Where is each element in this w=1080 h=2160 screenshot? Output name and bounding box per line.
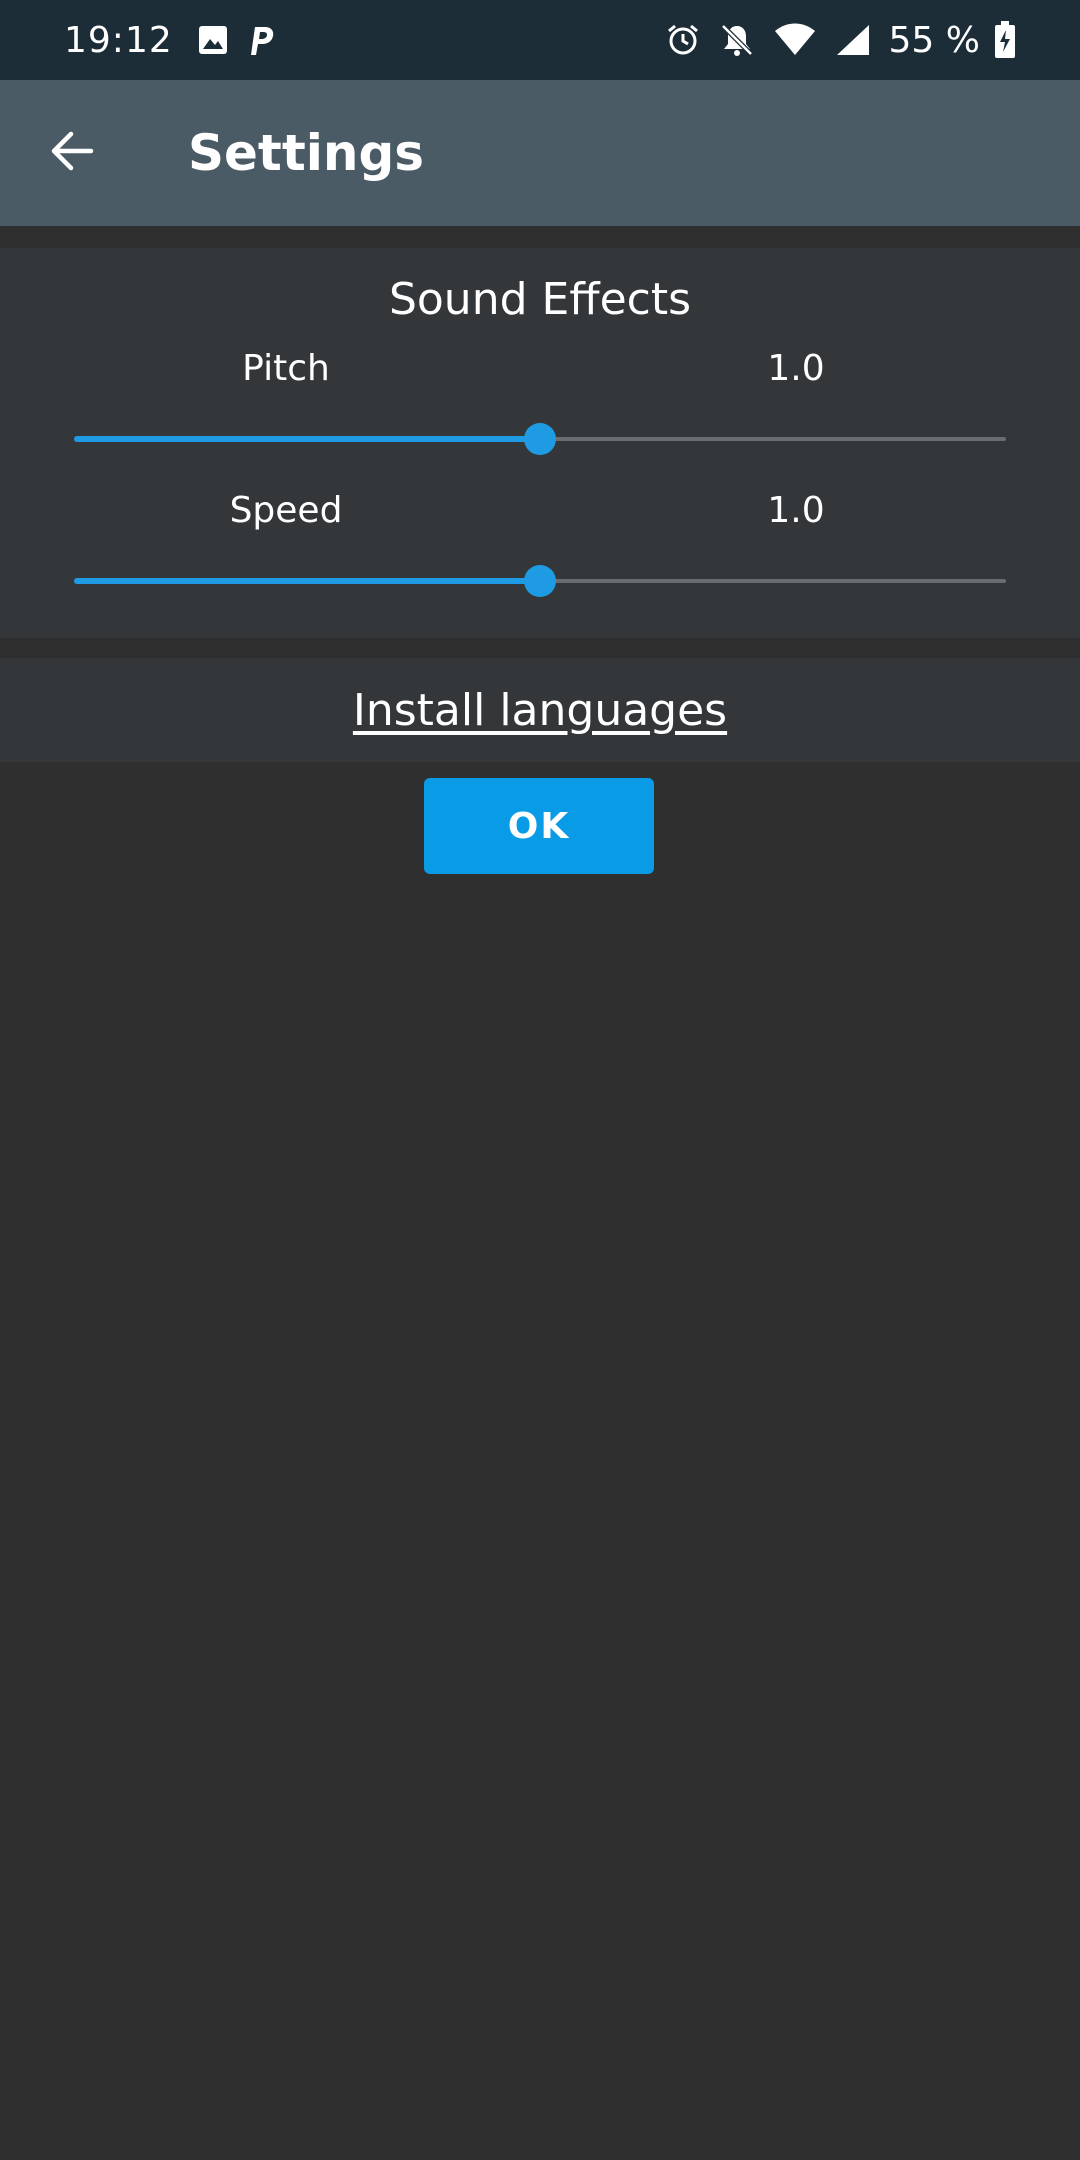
status-bar: 19:12 55 % [0, 0, 1080, 80]
signal-icon [835, 23, 871, 57]
speed-slider-thumb[interactable] [524, 565, 556, 597]
battery-percentage: 55 % [888, 19, 980, 61]
pitch-label: Pitch [242, 348, 330, 389]
alarm-icon [665, 22, 701, 58]
install-languages-link[interactable]: Install languages [353, 685, 727, 736]
back-button[interactable] [12, 80, 132, 226]
sound-effects-panel: Sound Effects Pitch 1.0 Speed 1.0 [0, 248, 1080, 638]
install-languages-row: Install languages [0, 658, 1080, 762]
arrow-left-icon [49, 128, 95, 178]
battery-charging-icon [994, 21, 1016, 59]
status-right-group: 55 % [665, 20, 1016, 61]
page-title: Settings [188, 124, 425, 182]
speed-value: 1.0 [767, 490, 825, 531]
pitch-slider-fill [74, 436, 540, 442]
speed-label: Speed [229, 490, 343, 531]
bell-off-icon [719, 22, 755, 58]
pitch-value: 1.0 [767, 348, 825, 389]
status-time: 19:12 [64, 19, 173, 61]
pitch-slider[interactable] [74, 419, 1006, 459]
app-bar: Settings [0, 80, 1080, 226]
speed-slider-fill [74, 578, 540, 584]
ok-button[interactable]: OK [424, 778, 654, 874]
image-icon [197, 24, 229, 56]
wifi-icon [773, 23, 817, 57]
pitch-slider-thumb[interactable] [524, 423, 556, 455]
parking-app-icon [245, 23, 277, 57]
sound-effects-title: Sound Effects [388, 274, 692, 325]
speed-slider[interactable] [74, 561, 1006, 601]
